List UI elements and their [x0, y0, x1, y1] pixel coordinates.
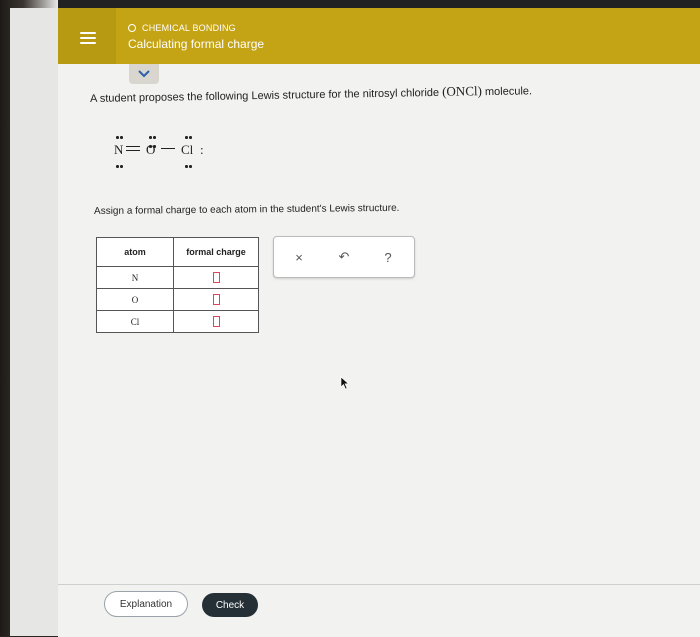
- lone-pair-dot: [189, 165, 192, 168]
- question-text-after: molecule.: [484, 85, 533, 99]
- lewis-structure: N O Cl :: [112, 128, 222, 173]
- header-atom: atom: [96, 237, 174, 267]
- lone-pair-dot: [153, 145, 156, 148]
- formal-charge-cell: [173, 288, 259, 311]
- undo-icon: ↶: [338, 249, 350, 264]
- table-row: O: [96, 288, 259, 311]
- page-title: Calculating formal charge: [128, 37, 265, 51]
- help-icon: ?: [384, 249, 392, 265]
- lewis-atom-n: N: [114, 142, 124, 157]
- help-button[interactable]: ?: [379, 248, 397, 266]
- header-formal-charge: formal charge: [173, 237, 259, 267]
- table-header-row: atom formal charge: [96, 237, 259, 267]
- single-bond: [161, 148, 175, 149]
- lone-pair-colon: :: [200, 142, 204, 157]
- header-bar: [58, 8, 700, 64]
- atom-cell-cl: Cl: [96, 310, 174, 333]
- atom-cell-o: O: [96, 288, 174, 311]
- lone-pair-dot: [189, 136, 192, 139]
- table-row: Cl: [96, 310, 259, 333]
- question-formula: (ONCl): [442, 83, 482, 99]
- lewis-atom-cl: Cl: [181, 142, 194, 157]
- formal-charge-table: atom formal charge N O Cl: [96, 237, 259, 333]
- formal-charge-cell: [173, 266, 259, 289]
- lone-pair-dot: [149, 136, 152, 139]
- topic-circle-icon: [128, 24, 136, 32]
- check-button[interactable]: Check: [202, 593, 258, 617]
- lone-pair-dot: [185, 136, 188, 139]
- lone-pair-dot: [153, 136, 156, 139]
- lone-pair-dot: [149, 145, 152, 148]
- topic-label: CHEMICAL BONDING: [142, 23, 236, 33]
- lone-pair-dot: [116, 165, 119, 168]
- lone-pair-dot: [185, 165, 188, 168]
- lone-pair-dot: [120, 136, 123, 139]
- formal-charge-input-o[interactable]: [212, 294, 220, 306]
- atom-cell-n: N: [96, 266, 174, 289]
- left-side-strip: [10, 8, 58, 636]
- formal-charge-input-cl[interactable]: [212, 316, 220, 328]
- chevron-down-icon: [138, 70, 150, 78]
- explanation-button[interactable]: Explanation: [104, 591, 188, 617]
- formal-charge-cell: [173, 310, 259, 333]
- answer-tools-panel: × ↶ ?: [273, 236, 415, 278]
- collapse-tab[interactable]: [129, 64, 159, 84]
- mouse-pointer-icon: [340, 376, 350, 390]
- table-row: N: [96, 266, 259, 289]
- close-icon: ×: [295, 249, 303, 265]
- undo-button[interactable]: ↶: [335, 248, 353, 266]
- formal-charge-input-n[interactable]: [212, 272, 220, 284]
- topic-row: CHEMICAL BONDING: [128, 22, 236, 34]
- lone-pair-dot: [120, 165, 123, 168]
- lone-pair-dot: [116, 136, 119, 139]
- hamburger-menu-icon[interactable]: [80, 32, 96, 44]
- clear-button[interactable]: ×: [290, 248, 308, 266]
- double-bond: [126, 146, 140, 151]
